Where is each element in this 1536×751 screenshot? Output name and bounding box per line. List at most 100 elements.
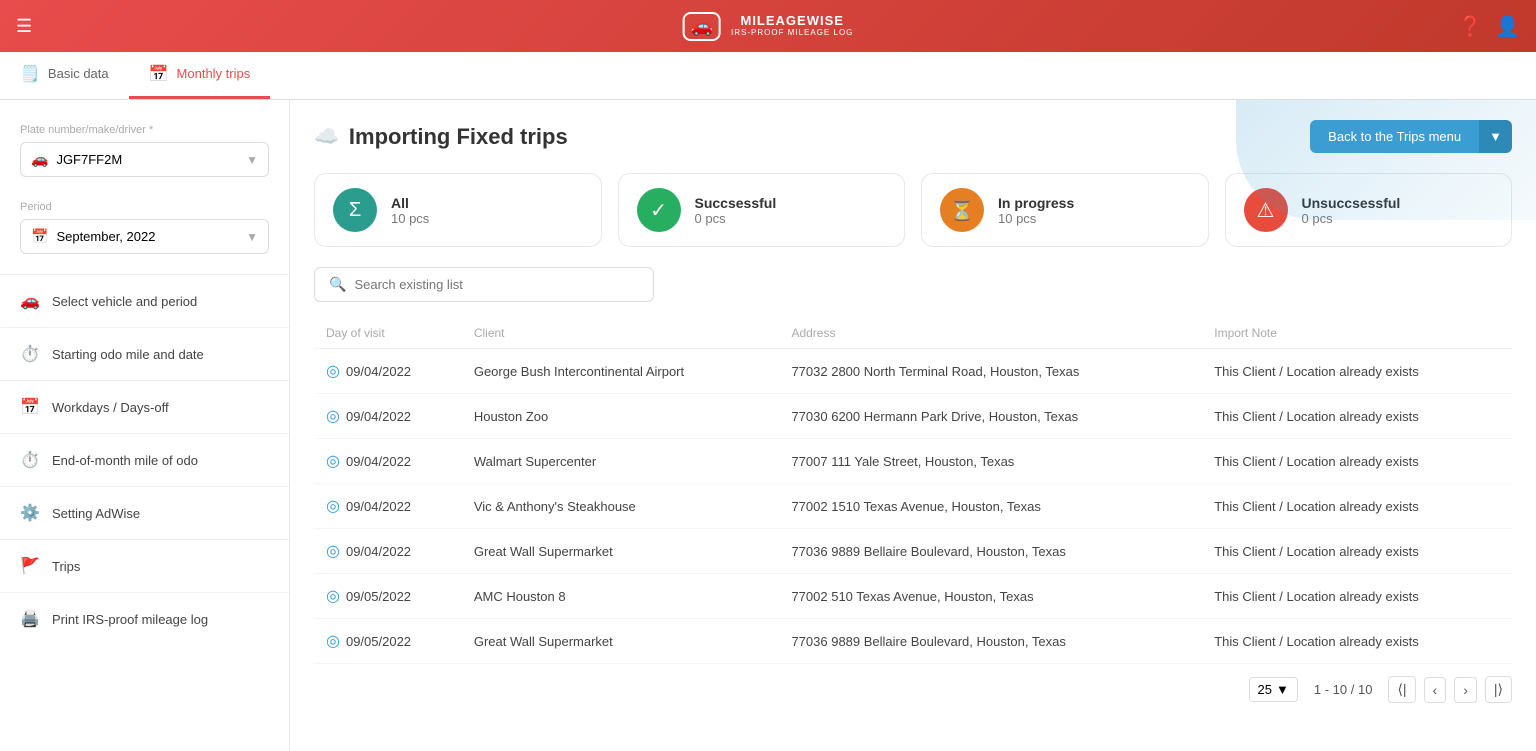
sidebar-item-workdays[interactable]: 📅 Workdays / Days-off <box>0 385 289 429</box>
workdays-label: Workdays / Days-off <box>52 400 269 415</box>
tab-monthly-trips-label: Monthly trips <box>177 66 251 81</box>
row-status-icon: ◎ <box>326 633 340 650</box>
end-odo-label: End-of-month mile of odo <box>52 453 269 468</box>
logo-box: 🚗 <box>683 12 721 41</box>
tab-basic-data[interactable]: 🗒️ Basic data <box>0 51 129 99</box>
basic-data-icon: 🗒️ <box>20 64 40 84</box>
cell-client: Great Wall Supermarket <box>462 619 780 664</box>
col-client: Client <box>462 318 780 349</box>
next-page-btn[interactable]: › <box>1454 677 1477 703</box>
vehicle-icon: 🚗 <box>31 151 48 168</box>
table-header: Day of visit Client Address Import Note <box>314 318 1512 349</box>
cloud-upload-icon: ☁️ <box>314 124 339 149</box>
last-page-btn[interactable]: |⟩ <box>1485 676 1512 703</box>
sidebar-item-select-vehicle[interactable]: 🚗 Select vehicle and period <box>0 279 289 323</box>
period-arrow-icon: ▼ <box>246 230 258 244</box>
nav-right: ❓ 👤 <box>1458 14 1520 39</box>
cell-client: Walmart Supercenter <box>462 439 780 484</box>
cell-date: ◎09/04/2022 <box>314 484 462 529</box>
cell-client: Great Wall Supermarket <box>462 529 780 574</box>
brand-tagline: IRS-PROOF MILEAGE LOG <box>731 29 853 38</box>
brand-name: MILEAGEWISE <box>731 14 853 28</box>
main-layout: Plate number/make/driver * 🚗 JGF7FF2M ▼ … <box>0 100 1536 751</box>
table-body: ◎09/04/2022 George Bush Intercontinental… <box>314 349 1512 664</box>
end-odo-icon: ⏱️ <box>20 450 40 470</box>
col-day-of-visit: Day of visit <box>314 318 462 349</box>
sidebar-item-adwise[interactable]: ⚙️ Setting AdWise <box>0 491 289 535</box>
row-status-icon: ◎ <box>326 588 340 605</box>
top-nav: ☰ 🚗 MILEAGEWISE IRS-PROOF MILEAGE LOG ❓ … <box>0 0 1536 52</box>
sidebar: Plate number/make/driver * 🚗 JGF7FF2M ▼ … <box>0 100 290 751</box>
in-progress-label: In progress <box>998 195 1074 211</box>
successful-label: Succsessful <box>695 195 777 211</box>
sidebar-divider-7 <box>0 592 289 593</box>
cell-date: ◎09/04/2022 <box>314 529 462 574</box>
tab-monthly-trips[interactable]: 📅 Monthly trips <box>129 51 271 99</box>
row-status-icon: ◎ <box>326 453 340 470</box>
trip-table: Day of visit Client Address Import Note … <box>314 318 1512 664</box>
vehicle-label: Plate number/make/driver * <box>20 124 269 136</box>
back-btn-wrap: Back to the Trips menu ▼ <box>1310 120 1512 153</box>
successful-count: 0 pcs <box>695 211 777 226</box>
profile-icon[interactable]: 👤 <box>1495 14 1520 39</box>
tab-basic-data-label: Basic data <box>48 66 109 81</box>
col-import-note: Import Note <box>1202 318 1512 349</box>
sidebar-divider-1 <box>0 274 289 275</box>
row-status-icon: ◎ <box>326 408 340 425</box>
cell-client: AMC Houston 8 <box>462 574 780 619</box>
prev-page-btn[interactable]: ‹ <box>1424 677 1447 703</box>
print-label: Print IRS-proof mileage log <box>52 612 269 627</box>
period-select[interactable]: 📅 September, 2022 ▼ <box>20 219 269 254</box>
cell-date: ◎09/04/2022 <box>314 439 462 484</box>
sidebar-item-print[interactable]: 🖨️ Print IRS-proof mileage log <box>0 597 289 641</box>
cell-address: 77036 9889 Bellaire Boulevard, Houston, … <box>779 529 1202 574</box>
nav-center: 🚗 MILEAGEWISE IRS-PROOF MILEAGE LOG <box>683 12 854 41</box>
help-icon[interactable]: ❓ <box>1458 14 1483 39</box>
per-page-select[interactable]: 25 ▼ <box>1249 677 1298 702</box>
starting-odo-icon: ⏱️ <box>20 344 40 364</box>
cell-date: ◎09/05/2022 <box>314 619 462 664</box>
sidebar-item-starting-odo[interactable]: ⏱️ Starting odo mile and date <box>0 332 289 376</box>
cell-date: ◎09/05/2022 <box>314 574 462 619</box>
col-address: Address <box>779 318 1202 349</box>
cell-import-note: This Client / Location already exists <box>1202 394 1512 439</box>
page-info: 1 - 10 / 10 <box>1314 682 1373 697</box>
trips-icon: 🚩 <box>20 556 40 576</box>
vehicle-select[interactable]: 🚗 JGF7FF2M ▼ <box>20 142 269 177</box>
cell-date: ◎09/04/2022 <box>314 394 462 439</box>
successful-icon: ✓ <box>637 188 681 232</box>
page-header: ☁️ Importing Fixed trips Back to the Tri… <box>314 120 1512 153</box>
cell-address: 77002 1510 Texas Avenue, Houston, Texas <box>779 484 1202 529</box>
vehicle-arrow-icon: ▼ <box>246 153 258 167</box>
sidebar-divider-5 <box>0 486 289 487</box>
sidebar-item-end-odo[interactable]: ⏱️ End-of-month mile of odo <box>0 438 289 482</box>
successful-info: Succsessful 0 pcs <box>695 195 777 226</box>
vehicle-section: Plate number/make/driver * 🚗 JGF7FF2M ▼ <box>0 116 289 193</box>
row-status-icon: ◎ <box>326 363 340 380</box>
monthly-trips-icon: 📅 <box>149 64 169 84</box>
per-page-value: 25 <box>1258 682 1272 697</box>
adwise-icon: ⚙️ <box>20 503 40 523</box>
cell-import-note: This Client / Location already exists <box>1202 484 1512 529</box>
search-wrap: 🔍 <box>314 267 654 302</box>
table-row: ◎09/04/2022 Walmart Supercenter 77007 11… <box>314 439 1512 484</box>
nav-left: ☰ <box>16 16 32 37</box>
back-btn-arrow[interactable]: ▼ <box>1479 120 1512 153</box>
in-progress-info: In progress 10 pcs <box>998 195 1074 226</box>
adwise-label: Setting AdWise <box>52 506 269 521</box>
first-page-btn[interactable]: ⟨| <box>1388 676 1415 703</box>
all-icon: Σ <box>333 188 377 232</box>
status-card-in-progress: ⏳ In progress 10 pcs <box>921 173 1209 247</box>
hamburger-icon[interactable]: ☰ <box>16 16 32 37</box>
sidebar-item-trips[interactable]: 🚩 Trips <box>0 544 289 588</box>
period-value: September, 2022 <box>56 229 238 244</box>
table-row: ◎09/05/2022 Great Wall Supermarket 77036… <box>314 619 1512 664</box>
workdays-icon: 📅 <box>20 397 40 417</box>
search-input[interactable] <box>354 277 639 292</box>
cell-address: 77036 9889 Bellaire Boulevard, Houston, … <box>779 619 1202 664</box>
sidebar-divider-3 <box>0 380 289 381</box>
print-icon: 🖨️ <box>20 609 40 629</box>
search-icon: 🔍 <box>329 276 346 293</box>
all-info: All 10 pcs <box>391 195 429 226</box>
back-to-trips-button[interactable]: Back to the Trips menu <box>1310 120 1479 153</box>
